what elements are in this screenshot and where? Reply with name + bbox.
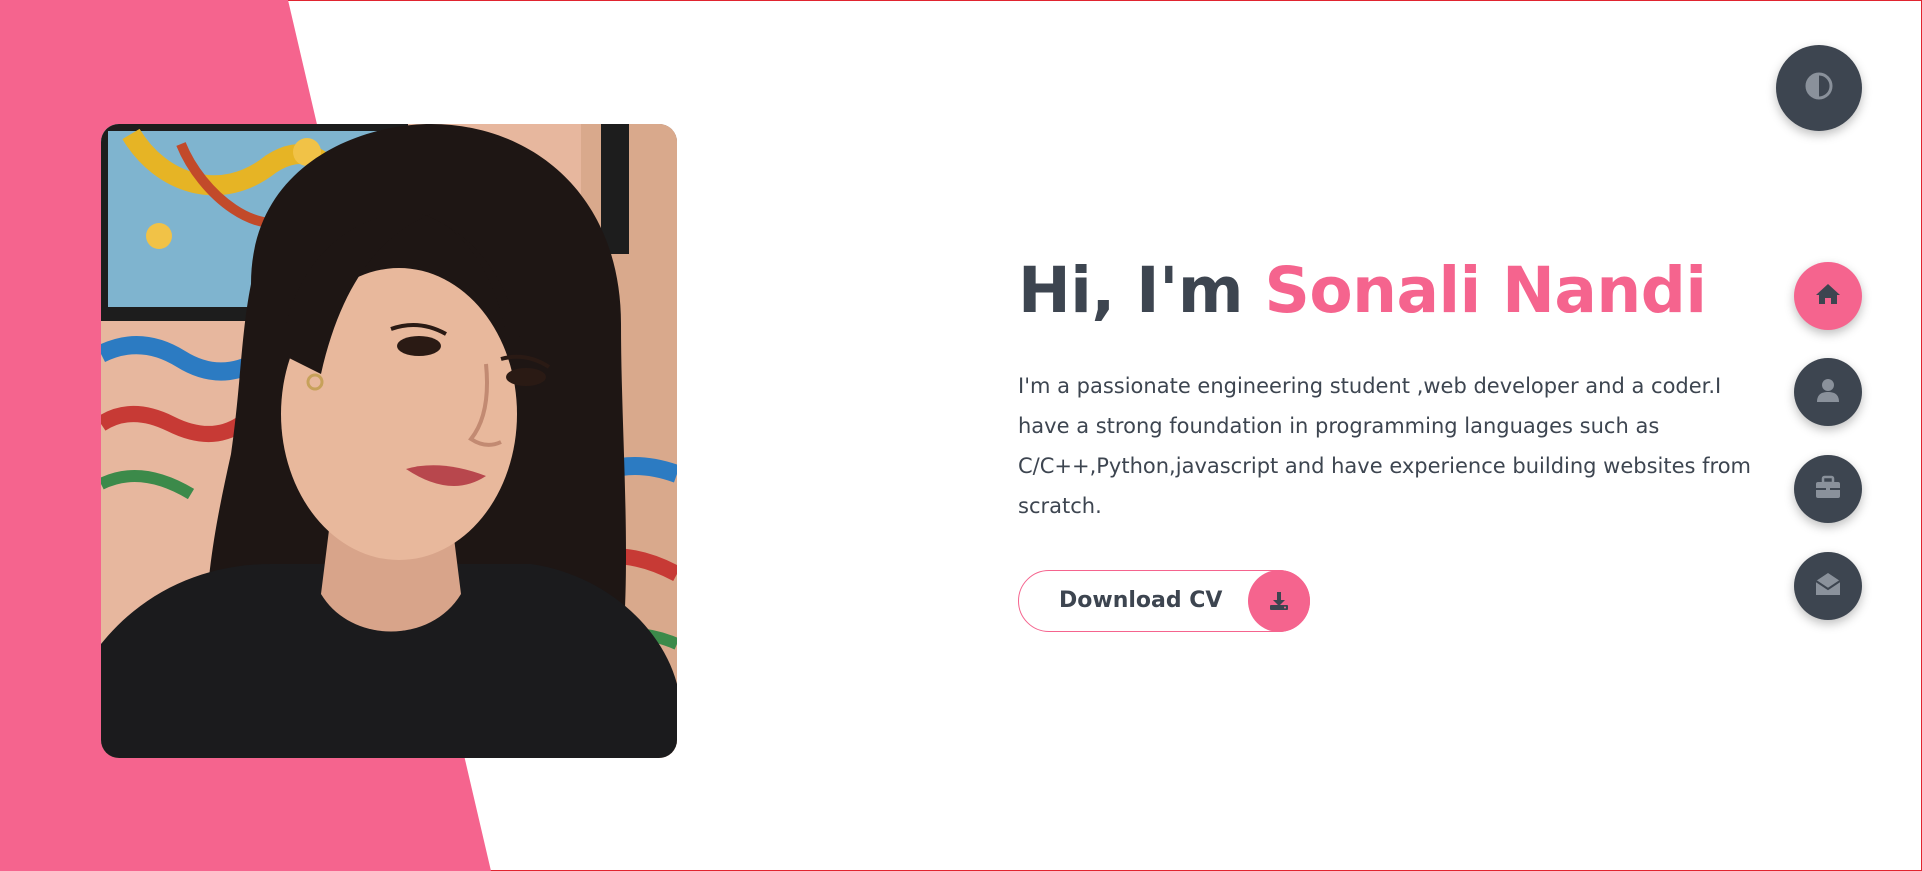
nav-portfolio-button[interactable] (1794, 455, 1862, 523)
nav-about-button[interactable] (1794, 358, 1862, 426)
profile-photo (101, 124, 677, 758)
download-cv-button[interactable]: Download CV (1018, 570, 1310, 632)
download-cv-label: Download CV (1059, 588, 1223, 613)
hero-description: I'm a passionate engineering student ,we… (1018, 374, 1752, 518)
briefcase-icon (1814, 474, 1842, 504)
nav-contact-button[interactable] (1794, 552, 1862, 620)
nav-home-button[interactable] (1794, 262, 1862, 330)
download-icon (1248, 570, 1310, 632)
user-icon (1815, 377, 1841, 407)
home-icon (1814, 280, 1842, 312)
envelope-open-icon (1814, 570, 1842, 602)
hero-greeting: Hi, I'm (1018, 254, 1244, 327)
contrast-icon (1804, 71, 1834, 105)
hero-name: Sonali Nandi (1264, 254, 1707, 327)
hero-title: Hi, I'm Sonali Nandi (1018, 254, 1707, 327)
theme-toggle-button[interactable] (1776, 45, 1862, 131)
